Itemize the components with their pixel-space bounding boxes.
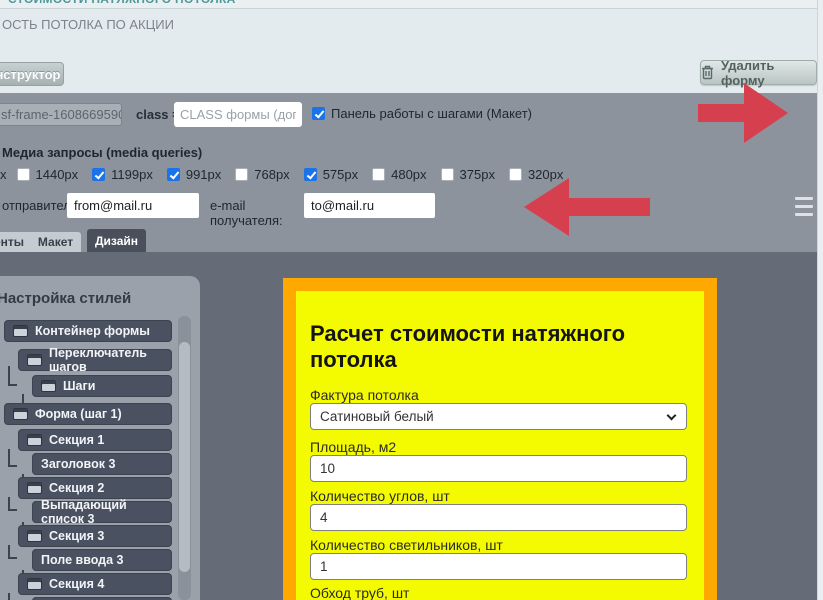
switcher-icon (27, 354, 42, 366)
form-preview-title: Расчет стоимости натяжного потолка (310, 321, 690, 373)
tree-item-form-container[interactable]: Контейнер формы (4, 320, 172, 342)
tab-layout[interactable]: Макет (30, 232, 81, 252)
tab-design[interactable]: Дизайн (87, 229, 146, 252)
styles-sidebar-title: Настройка стилей (0, 290, 131, 307)
annotation-arrow-right (698, 83, 788, 143)
email-to-label: e-mail получателя: (210, 198, 283, 228)
tree-item-input-3a[interactable]: Поле ввода 3 (32, 549, 172, 571)
breakpoint-575[interactable]: 575px (304, 167, 358, 182)
breakpoint-375[interactable]: 375px (441, 167, 495, 182)
breakpoint-480-checkbox[interactable] (372, 168, 385, 181)
annotation-arrow-left (524, 178, 650, 236)
sidebar-scrollbar-thumb[interactable] (179, 342, 190, 572)
settings-panel: sf-frame-1608669590838 class = Панель ра… (0, 93, 817, 252)
tree-connector (8, 497, 17, 511)
clipped-breakpoint-label: x (0, 167, 7, 182)
lamps-input[interactable] (310, 553, 687, 580)
delete-form-button[interactable]: Удалить форму (700, 60, 817, 85)
steps-panel-checkbox-row[interactable]: Панель работы с шагами (Макет) (312, 106, 532, 121)
pipes-label: Обход труб, шт (310, 585, 409, 600)
container-icon (13, 325, 28, 337)
section-icon (27, 434, 42, 446)
breakpoint-320-checkbox[interactable] (509, 168, 522, 181)
steps-panel-checkbox[interactable] (312, 107, 325, 120)
section-icon (27, 482, 42, 494)
area-input[interactable] (310, 455, 687, 482)
form-icon (13, 408, 28, 420)
lamps-label: Количество светильников, шт (310, 537, 503, 553)
tree-item-section-3[interactable]: Секция 3 (18, 525, 172, 547)
constructor-button[interactable]: онструктор (0, 62, 64, 86)
media-queries-row: x 1440px 1199px 991px 768px 575px 480px … (0, 167, 563, 182)
section-icon (27, 530, 42, 542)
hamburger-menu-icon[interactable] (795, 197, 813, 216)
styles-sidebar: Настройка стилей Контейнер формы Переклю… (0, 276, 200, 600)
trash-icon (701, 65, 714, 80)
email-to-input[interactable] (304, 193, 435, 218)
media-queries-title: Медиа запросы (media queries) (2, 145, 202, 160)
breakpoint-1199-checkbox[interactable] (92, 168, 105, 181)
page-title: ОСТЬ ПОТОЛКА ПО АКЦИИ (2, 17, 174, 32)
breakpoint-1440-checkbox[interactable] (17, 168, 30, 181)
texture-select[interactable]: Сатиновый белый (310, 403, 687, 430)
breakpoint-1199[interactable]: 1199px (92, 167, 153, 182)
breakpoint-768[interactable]: 768px (235, 167, 289, 182)
form-preview: Расчет стоимости натяжного потолка Факту… (296, 291, 704, 600)
corners-input[interactable] (310, 504, 687, 531)
tree-item-section-4[interactable]: Секция 4 (18, 573, 172, 595)
steps-panel-label: Панель работы с шагами (Макет) (331, 106, 532, 121)
breakpoint-1440[interactable]: 1440px (17, 167, 79, 182)
breakpoint-991[interactable]: 991px (167, 167, 221, 182)
area-label: Площадь, м2 (310, 439, 396, 455)
tree-item-section-2[interactable]: Секция 2 (18, 477, 172, 499)
tree-item-step-switcher[interactable]: Переключатель шагов (18, 349, 172, 371)
class-input[interactable] (174, 102, 302, 127)
breakpoint-480[interactable]: 480px (372, 167, 426, 182)
sidebar-scrollbar-track[interactable] (178, 316, 191, 600)
tree-item-form-step1[interactable]: Форма (шаг 1) (4, 403, 172, 425)
tree-connector (8, 366, 17, 386)
section-icon (27, 578, 42, 590)
top-clipped-row: СТОИМОСТИ НАТЯЖНОГО ПОТОЛКА (0, 0, 823, 9)
breakpoint-768-checkbox[interactable] (235, 168, 248, 181)
header-row: ОСТЬ ПОТОЛКА ПО АКЦИИ (0, 10, 823, 55)
form-id-field: sf-frame-1608669590838 (0, 103, 122, 126)
breakpoint-991-checkbox[interactable] (167, 168, 180, 181)
breakpoint-575-checkbox[interactable] (304, 168, 317, 181)
chevron-down-icon (667, 411, 677, 421)
tree-connector (8, 449, 17, 467)
tree-item-dropdown-3[interactable]: Выпадающий список 3 (32, 501, 172, 523)
tree-connector (8, 593, 17, 600)
tree-item-section-1[interactable]: Секция 1 (18, 429, 172, 451)
email-from-input[interactable] (67, 193, 199, 218)
page-scrollbar[interactable] (817, 0, 823, 600)
tree-connector (8, 545, 17, 559)
design-content-area: Настройка стилей Контейнер формы Переклю… (0, 252, 823, 600)
form-preview-frame: Расчет стоимости натяжного потолка Факту… (283, 278, 717, 600)
top-clipped-text: СТОИМОСТИ НАТЯЖНОГО ПОТОЛКА (8, 0, 236, 6)
tree-item-heading-3[interactable]: Заголовок 3 (32, 453, 172, 475)
breakpoint-375-checkbox[interactable] (441, 168, 454, 181)
tree-item-steps[interactable]: Шаги (32, 375, 172, 397)
constructor-button-label: онструктор (0, 67, 60, 82)
corners-label: Количество углов, шт (310, 488, 450, 504)
steps-icon (41, 380, 56, 392)
texture-label: Фактура потолка (310, 387, 419, 403)
